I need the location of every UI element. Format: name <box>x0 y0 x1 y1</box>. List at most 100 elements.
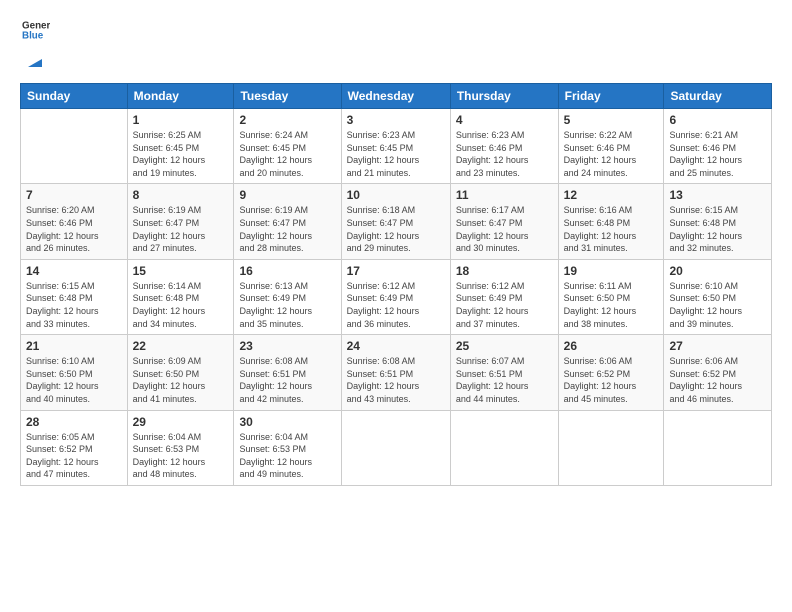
day-number: 11 <box>456 188 553 202</box>
calendar-cell: 16 Sunrise: 6:13 AM Sunset: 6:49 PM Dayli… <box>234 259 341 334</box>
calendar-cell: 26 Sunrise: 6:06 AM Sunset: 6:52 PM Dayli… <box>558 335 664 410</box>
day-info: Sunrise: 6:06 AM Sunset: 6:52 PM Dayligh… <box>564 355 659 405</box>
day-number: 10 <box>347 188 445 202</box>
day-info: Sunrise: 6:04 AM Sunset: 6:53 PM Dayligh… <box>239 431 335 481</box>
calendar-week-3: 14 Sunrise: 6:15 AM Sunset: 6:48 PM Dayli… <box>21 259 772 334</box>
calendar-cell: 2 Sunrise: 6:24 AM Sunset: 6:45 PM Daylig… <box>234 109 341 184</box>
calendar-header: SundayMondayTuesdayWednesdayThursdayFrid… <box>21 84 772 109</box>
calendar-cell: 10 Sunrise: 6:18 AM Sunset: 6:47 PM Dayli… <box>341 184 450 259</box>
day-number: 23 <box>239 339 335 353</box>
day-number: 15 <box>133 264 229 278</box>
calendar-cell: 1Sunrise: 6:25 AM Sunset: 6:45 PM Daylig… <box>127 109 234 184</box>
day-number: 3 <box>347 113 445 127</box>
calendar-cell: 19Sunrise: 6:11 AM Sunset: 6:50 PM Dayli… <box>558 259 664 334</box>
calendar-cell: 30 Sunrise: 6:04 AM Sunset: 6:53 PM Dayli… <box>234 410 341 485</box>
calendar-cell: 6 Sunrise: 6:21 AM Sunset: 6:46 PM Daylig… <box>664 109 772 184</box>
calendar-week-4: 21Sunrise: 6:10 AM Sunset: 6:50 PM Dayli… <box>21 335 772 410</box>
calendar-cell: 8Sunrise: 6:19 AM Sunset: 6:47 PM Daylig… <box>127 184 234 259</box>
day-info: Sunrise: 6:23 AM Sunset: 6:45 PM Dayligh… <box>347 129 445 179</box>
day-number: 29 <box>133 415 229 429</box>
day-info: Sunrise: 6:25 AM Sunset: 6:45 PM Dayligh… <box>133 129 229 179</box>
day-info: Sunrise: 6:21 AM Sunset: 6:46 PM Dayligh… <box>669 129 766 179</box>
day-info: Sunrise: 6:09 AM Sunset: 6:50 PM Dayligh… <box>133 355 229 405</box>
day-info: Sunrise: 6:19 AM Sunset: 6:47 PM Dayligh… <box>133 204 229 254</box>
logo-icon: General Blue <box>22 16 50 44</box>
day-info: Sunrise: 6:14 AM Sunset: 6:48 PM Dayligh… <box>133 280 229 330</box>
calendar-cell: 5Sunrise: 6:22 AM Sunset: 6:46 PM Daylig… <box>558 109 664 184</box>
day-number: 26 <box>564 339 659 353</box>
calendar-week-2: 7 Sunrise: 6:20 AM Sunset: 6:46 PM Daylig… <box>21 184 772 259</box>
day-number: 12 <box>564 188 659 202</box>
day-number: 28 <box>26 415 122 429</box>
header-day-thursday: Thursday <box>450 84 558 109</box>
calendar-cell: 23 Sunrise: 6:08 AM Sunset: 6:51 PM Dayli… <box>234 335 341 410</box>
day-number: 13 <box>669 188 766 202</box>
day-number: 2 <box>239 113 335 127</box>
day-number: 14 <box>26 264 122 278</box>
calendar-cell: 11 Sunrise: 6:17 AM Sunset: 6:47 PM Dayli… <box>450 184 558 259</box>
calendar-cell <box>664 410 772 485</box>
calendar-body: 1Sunrise: 6:25 AM Sunset: 6:45 PM Daylig… <box>21 109 772 486</box>
calendar-cell: 21Sunrise: 6:10 AM Sunset: 6:50 PM Dayli… <box>21 335 128 410</box>
day-number: 16 <box>239 264 335 278</box>
header-day-friday: Friday <box>558 84 664 109</box>
day-info: Sunrise: 6:20 AM Sunset: 6:46 PM Dayligh… <box>26 204 122 254</box>
day-info: Sunrise: 6:08 AM Sunset: 6:51 PM Dayligh… <box>347 355 445 405</box>
day-number: 27 <box>669 339 766 353</box>
day-info: Sunrise: 6:10 AM Sunset: 6:50 PM Dayligh… <box>26 355 122 405</box>
header-day-monday: Monday <box>127 84 234 109</box>
calendar-cell: 27 Sunrise: 6:06 AM Sunset: 6:52 PM Dayli… <box>664 335 772 410</box>
calendar-cell: 4 Sunrise: 6:23 AM Sunset: 6:46 PM Daylig… <box>450 109 558 184</box>
day-info: Sunrise: 6:08 AM Sunset: 6:51 PM Dayligh… <box>239 355 335 405</box>
day-info: Sunrise: 6:23 AM Sunset: 6:46 PM Dayligh… <box>456 129 553 179</box>
calendar-cell: 29 Sunrise: 6:04 AM Sunset: 6:53 PM Dayli… <box>127 410 234 485</box>
day-number: 25 <box>456 339 553 353</box>
calendar-week-5: 28 Sunrise: 6:05 AM Sunset: 6:52 PM Dayli… <box>21 410 772 485</box>
day-number: 7 <box>26 188 122 202</box>
header-day-saturday: Saturday <box>664 84 772 109</box>
calendar-page: General Blue Su <box>0 0 792 612</box>
calendar-table: SundayMondayTuesdayWednesdayThursdayFrid… <box>20 83 772 486</box>
calendar-cell <box>558 410 664 485</box>
day-number: 22 <box>133 339 229 353</box>
day-info: Sunrise: 6:15 AM Sunset: 6:48 PM Dayligh… <box>26 280 122 330</box>
svg-text:Blue: Blue <box>22 30 44 41</box>
day-info: Sunrise: 6:15 AM Sunset: 6:48 PM Dayligh… <box>669 204 766 254</box>
day-info: Sunrise: 6:06 AM Sunset: 6:52 PM Dayligh… <box>669 355 766 405</box>
day-info: Sunrise: 6:05 AM Sunset: 6:52 PM Dayligh… <box>26 431 122 481</box>
header-day-sunday: Sunday <box>21 84 128 109</box>
day-info: Sunrise: 6:12 AM Sunset: 6:49 PM Dayligh… <box>347 280 445 330</box>
calendar-cell: 17 Sunrise: 6:12 AM Sunset: 6:49 PM Dayli… <box>341 259 450 334</box>
calendar-cell: 18 Sunrise: 6:12 AM Sunset: 6:49 PM Dayli… <box>450 259 558 334</box>
calendar-cell: 25 Sunrise: 6:07 AM Sunset: 6:51 PM Dayli… <box>450 335 558 410</box>
day-info: Sunrise: 6:13 AM Sunset: 6:49 PM Dayligh… <box>239 280 335 330</box>
calendar-cell <box>450 410 558 485</box>
logo-triangle-icon <box>24 49 46 71</box>
calendar-cell: 9Sunrise: 6:19 AM Sunset: 6:47 PM Daylig… <box>234 184 341 259</box>
day-info: Sunrise: 6:18 AM Sunset: 6:47 PM Dayligh… <box>347 204 445 254</box>
calendar-cell <box>341 410 450 485</box>
day-number: 19 <box>564 264 659 278</box>
day-info: Sunrise: 6:17 AM Sunset: 6:47 PM Dayligh… <box>456 204 553 254</box>
day-info: Sunrise: 6:12 AM Sunset: 6:49 PM Dayligh… <box>456 280 553 330</box>
header-day-wednesday: Wednesday <box>341 84 450 109</box>
day-info: Sunrise: 6:07 AM Sunset: 6:51 PM Dayligh… <box>456 355 553 405</box>
day-info: Sunrise: 6:22 AM Sunset: 6:46 PM Dayligh… <box>564 129 659 179</box>
calendar-cell: 12 Sunrise: 6:16 AM Sunset: 6:48 PM Dayli… <box>558 184 664 259</box>
calendar-cell: 7 Sunrise: 6:20 AM Sunset: 6:46 PM Daylig… <box>21 184 128 259</box>
day-info: Sunrise: 6:24 AM Sunset: 6:45 PM Dayligh… <box>239 129 335 179</box>
calendar-cell: 20Sunrise: 6:10 AM Sunset: 6:50 PM Dayli… <box>664 259 772 334</box>
calendar-cell: 28 Sunrise: 6:05 AM Sunset: 6:52 PM Dayli… <box>21 410 128 485</box>
day-info: Sunrise: 6:04 AM Sunset: 6:53 PM Dayligh… <box>133 431 229 481</box>
day-number: 24 <box>347 339 445 353</box>
day-number: 6 <box>669 113 766 127</box>
day-number: 18 <box>456 264 553 278</box>
logo: General Blue <box>20 16 50 71</box>
day-info: Sunrise: 6:10 AM Sunset: 6:50 PM Dayligh… <box>669 280 766 330</box>
calendar-cell: 3 Sunrise: 6:23 AM Sunset: 6:45 PM Daylig… <box>341 109 450 184</box>
header: General Blue <box>20 16 772 71</box>
day-number: 4 <box>456 113 553 127</box>
day-info: Sunrise: 6:16 AM Sunset: 6:48 PM Dayligh… <box>564 204 659 254</box>
day-number: 30 <box>239 415 335 429</box>
day-number: 17 <box>347 264 445 278</box>
